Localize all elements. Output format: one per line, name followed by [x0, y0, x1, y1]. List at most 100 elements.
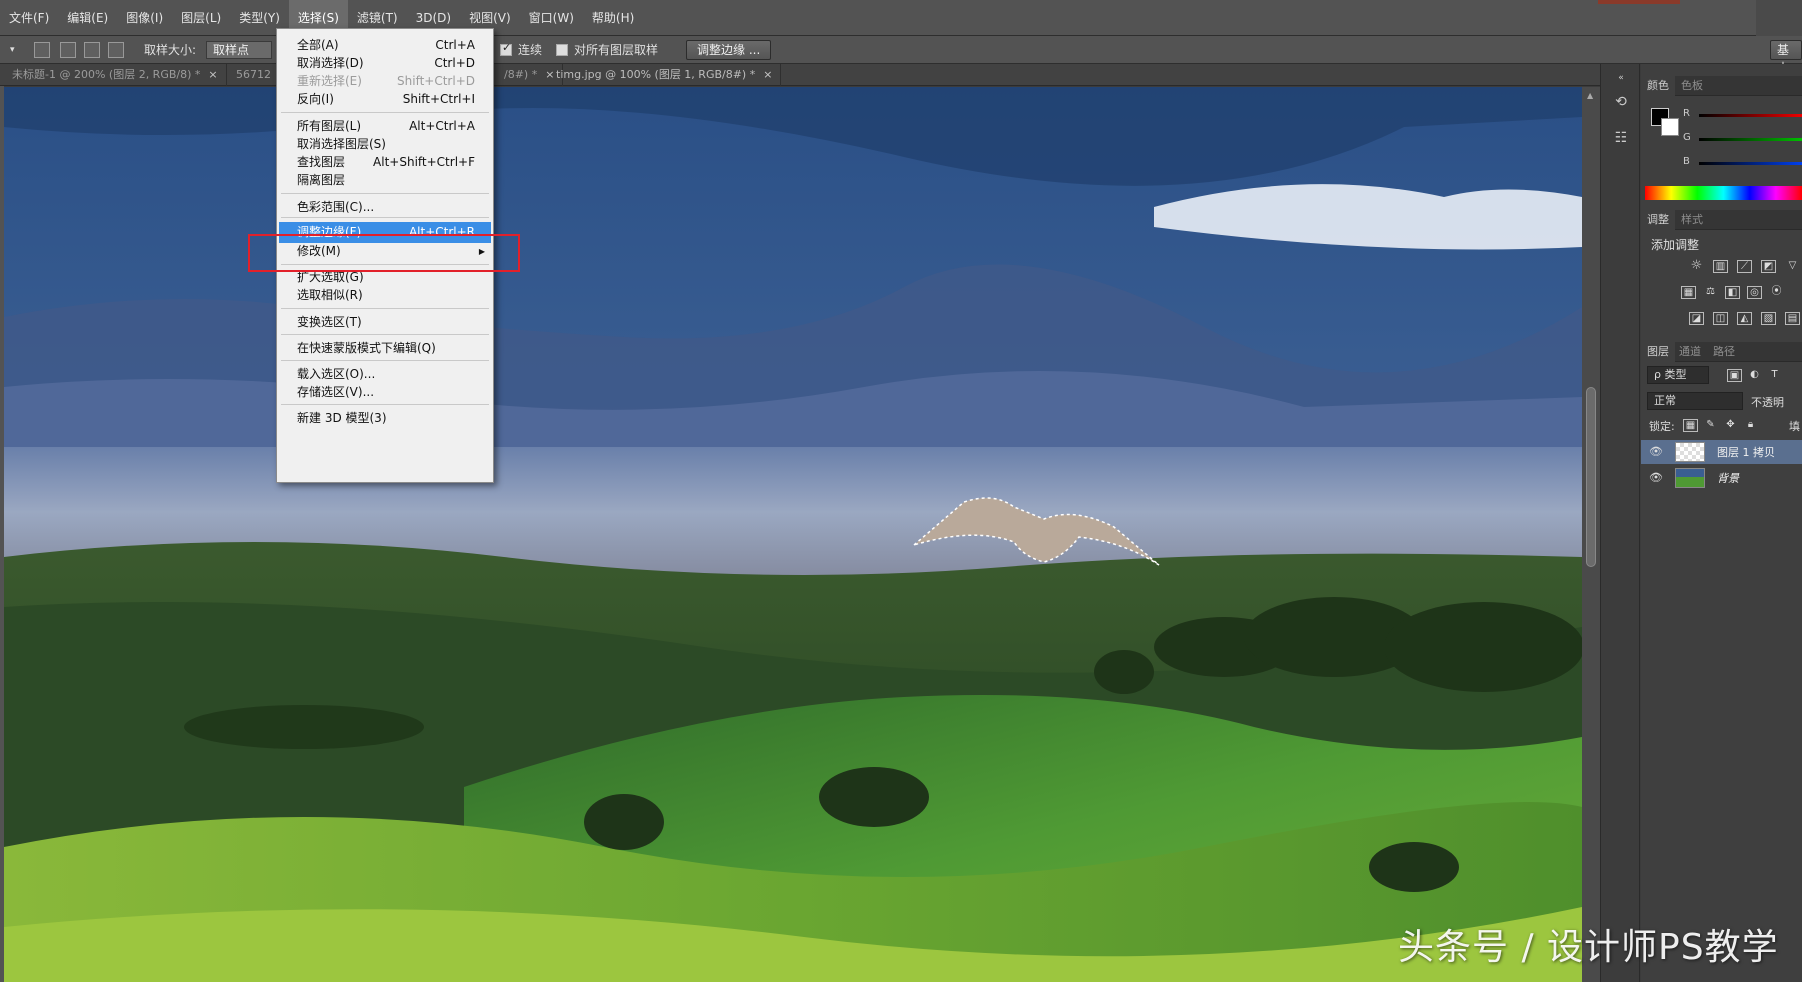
- contiguous-checkbox[interactable]: [500, 41, 512, 56]
- vibrance-icon[interactable]: ▽: [1785, 260, 1800, 273]
- background-color-swatch[interactable]: [1661, 118, 1679, 136]
- visibility-eye-icon[interactable]: 👁︎: [1649, 445, 1663, 458]
- filter-pixel-icon[interactable]: ▣: [1727, 369, 1742, 382]
- invert-icon[interactable]: ◪: [1689, 312, 1704, 325]
- opacity-label: 不透明: [1751, 396, 1784, 409]
- filter-adjust-icon[interactable]: ◐: [1747, 369, 1762, 382]
- brightness-icon[interactable]: ☼: [1689, 259, 1704, 273]
- collapse-icon[interactable]: «: [1611, 68, 1631, 88]
- channel-g-slider[interactable]: [1699, 138, 1802, 141]
- canvas-scrollbar[interactable]: ▲: [1582, 87, 1600, 982]
- menu-item-7[interactable]: 隔离图层: [279, 170, 491, 191]
- close-icon[interactable]: ×: [208, 68, 217, 81]
- landscape-photo: [4, 87, 1582, 982]
- channel-mixer-icon[interactable]: ⦿: [1769, 286, 1784, 299]
- channel-g-label: G: [1683, 132, 1691, 143]
- panel-dock-column: « ⟲ ☷: [1600, 64, 1640, 982]
- menu-item-3[interactable]: 反向(I) Shift+Ctrl+I: [279, 89, 491, 110]
- channel-r-slider[interactable]: [1699, 114, 1802, 117]
- layer-filter-select[interactable]: ρ 类型: [1647, 366, 1709, 384]
- menu-item[interactable]: 文件(F): [0, 0, 58, 36]
- menu-item-13[interactable]: 变换选区(T): [279, 312, 491, 333]
- window-control-button[interactable]: [1756, 0, 1802, 36]
- adjust-panel-tabs: 调整 样式: [1641, 210, 1802, 230]
- scroll-up-icon[interactable]: ▲: [1587, 91, 1593, 100]
- layer-name[interactable]: 图层 1 拷贝: [1717, 444, 1775, 460]
- layer-name[interactable]: 背景: [1717, 470, 1739, 486]
- document-tabs: 未标题-1 @ 200% (图层 2, RGB/8) * × 56712 /8#)…: [0, 64, 1600, 86]
- lock-pixels-icon[interactable]: ✎: [1703, 419, 1718, 432]
- tool-preset-chevron-icon[interactable]: ▾: [10, 36, 15, 64]
- hue-saturation-icon[interactable]: ▦: [1681, 286, 1696, 299]
- lock-position-icon[interactable]: ✥: [1723, 419, 1738, 432]
- tab-adjustments[interactable]: 调整: [1641, 210, 1675, 230]
- sample-size-select[interactable]: 取样点: [206, 41, 272, 59]
- options-bar: ▾ 取样大小: 取样点 连续 对所有图层取样 调整边缘 ... 基本: [0, 36, 1802, 75]
- menu-item[interactable]: 图像(I): [117, 0, 172, 36]
- tab-untitled-1[interactable]: 未标题-1 @ 200% (图层 2, RGB/8) * ×: [4, 64, 227, 86]
- lock-all-icon[interactable]: 🔒︎: [1743, 419, 1758, 432]
- all-layers-checkbox[interactable]: [556, 44, 568, 56]
- tab-color[interactable]: 颜色: [1641, 76, 1675, 96]
- menu-item-12[interactable]: 选取相似(R): [279, 285, 491, 306]
- workspace-button[interactable]: 基本: [1770, 40, 1802, 75]
- photo-filter-icon[interactable]: ◎: [1747, 286, 1762, 299]
- annotation-highlight-box: [248, 234, 520, 272]
- menu-item-8[interactable]: 色彩范围(C)...: [279, 197, 491, 218]
- properties-icon[interactable]: ☷: [1611, 128, 1631, 148]
- color-panel-tabs: 颜色 色板: [1641, 76, 1802, 96]
- refine-edge-button[interactable]: 调整边缘 ...: [686, 40, 772, 60]
- tab-timg[interactable]: timg.jpg @ 100% (图层 1, RGB/8#) * ×: [548, 64, 782, 86]
- menu-item-14[interactable]: 在快速蒙版模式下编辑(Q): [279, 338, 491, 359]
- add-selection-icon[interactable]: [60, 42, 76, 58]
- filter-type-icon[interactable]: T: [1767, 369, 1782, 382]
- channel-b-slider[interactable]: [1699, 162, 1802, 165]
- subtract-selection-icon[interactable]: [84, 42, 100, 58]
- watermark-text: 头条号 / 设计师PS教学: [1398, 927, 1779, 968]
- exposure-icon[interactable]: ◩: [1761, 260, 1776, 273]
- selective-color-icon[interactable]: ▤: [1785, 312, 1800, 325]
- tab-swatches[interactable]: 色板: [1675, 76, 1709, 96]
- tab-56712[interactable]: 56712: [228, 64, 280, 86]
- posterize-icon[interactable]: ◫: [1713, 312, 1728, 325]
- menu-item-label: 变换选区(T): [297, 315, 362, 329]
- layer-row[interactable]: 👁︎ 图层 1 拷贝: [1641, 440, 1802, 464]
- menu-separator: [281, 193, 489, 194]
- layer-thumbnail: [1675, 468, 1705, 488]
- tab-layers[interactable]: 图层: [1641, 342, 1675, 362]
- menu-item[interactable]: 图层(L): [172, 0, 230, 36]
- scrollbar-thumb[interactable]: [1586, 387, 1596, 567]
- new-selection-icon[interactable]: [34, 42, 50, 58]
- curves-icon[interactable]: ⟋: [1737, 260, 1752, 273]
- close-icon[interactable]: ×: [763, 68, 772, 81]
- levels-icon[interactable]: ▥: [1713, 260, 1728, 273]
- layer-row[interactable]: 👁︎ 背景: [1641, 466, 1802, 490]
- black-white-icon[interactable]: ◧: [1725, 286, 1740, 299]
- color-spectrum-bar[interactable]: [1645, 186, 1802, 200]
- channel-b-label: B: [1683, 156, 1690, 167]
- intersect-selection-icon[interactable]: [108, 42, 124, 58]
- tab-paths[interactable]: 路径: [1707, 342, 1741, 362]
- menu-separator: [281, 404, 489, 405]
- lock-transparent-icon[interactable]: ▦: [1683, 419, 1698, 432]
- menu-item[interactable]: 编辑(E): [58, 0, 117, 36]
- channel-r-label: R: [1683, 108, 1690, 119]
- menu-item[interactable]: 帮助(H): [583, 0, 643, 36]
- color-balance-icon[interactable]: ⚖: [1703, 286, 1718, 299]
- document-canvas[interactable]: [4, 87, 1582, 982]
- blend-mode-select[interactable]: 正常: [1647, 392, 1743, 410]
- history-icon[interactable]: ⟲: [1611, 92, 1631, 112]
- gradient-map-icon[interactable]: ▧: [1761, 312, 1776, 325]
- layer-thumbnail: [1675, 442, 1705, 462]
- menu-separator: [281, 217, 489, 218]
- menu-item[interactable]: 窗口(W): [520, 0, 583, 36]
- lock-label: 锁定:: [1649, 420, 1675, 433]
- menu-item-17[interactable]: 新建 3D 模型(3): [279, 408, 491, 429]
- tab-styles[interactable]: 样式: [1675, 210, 1709, 230]
- menu-item-label: 新建 3D 模型(3): [297, 411, 387, 425]
- tab-channels[interactable]: 通道: [1673, 342, 1707, 362]
- visibility-eye-icon[interactable]: 👁︎: [1649, 471, 1663, 484]
- menu-item-16[interactable]: 存储选区(V)...: [279, 382, 491, 403]
- threshold-icon[interactable]: ◭: [1737, 312, 1752, 325]
- add-adjustment-title: 添加调整: [1651, 238, 1700, 252]
